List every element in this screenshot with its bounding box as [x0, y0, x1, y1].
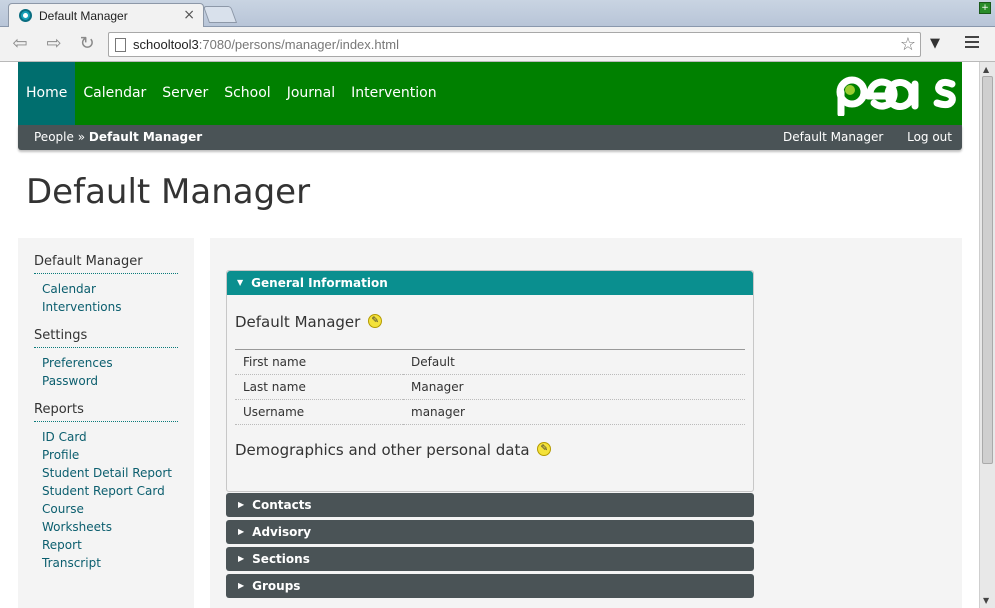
triangle-right-icon: ▶ [238, 526, 245, 536]
breadcrumb: People » Default Manager [34, 130, 202, 144]
bookmark-star-icon[interactable]: ☆ [900, 34, 916, 55]
main-nav: Home Calendar Server School Journal Inte… [18, 62, 445, 125]
triangle-right-icon: ▶ [238, 580, 245, 590]
browser-toolbar: ⇦ ⇨ ↻ schooltool3:7080/persons/manager/i… [0, 27, 995, 62]
field-value: Default [403, 349, 745, 375]
field-value: Manager [403, 374, 745, 400]
reload-icon[interactable]: ↻ [75, 33, 99, 55]
menu-icon[interactable] [965, 36, 979, 51]
page-title: Default Manager [26, 172, 311, 212]
breadcrumb-current: Default Manager [88, 130, 203, 144]
field-label: Username [235, 399, 403, 425]
sidebar-heading: Default Manager [34, 254, 178, 274]
scrollbar-thumb[interactable] [982, 76, 993, 464]
triangle-down-icon: ▼ [237, 277, 244, 287]
address-bar[interactable]: schooltool3:7080/persons/manager/index.h… [108, 32, 921, 57]
sidebar-link-password[interactable]: Password [34, 372, 178, 390]
nav-school[interactable]: School [216, 62, 278, 125]
triangle-right-icon: ▶ [238, 499, 245, 509]
info-table: First name Default Last name Manager Use… [235, 349, 745, 425]
section-title: General Information [251, 276, 388, 290]
sidebar-link-student-detail-report[interactable]: Student Detail Report [34, 464, 178, 482]
nav-home[interactable]: Home [18, 62, 76, 125]
new-tab-button[interactable] [202, 6, 238, 23]
current-user-link[interactable]: Default Manager [783, 130, 883, 144]
sidebar: Default Manager Calendar Interventions S… [18, 238, 194, 608]
field-label: First name [235, 349, 403, 375]
user-menu: Default Manager Log out [763, 130, 952, 144]
scroll-down-icon[interactable]: ▼ [983, 596, 989, 605]
tab-close-icon[interactable]: × [183, 7, 195, 23]
table-row: Last name Manager [235, 374, 745, 400]
table-row: Username manager [235, 399, 745, 425]
tab-title: Default Manager [39, 9, 128, 23]
browser-tab-strip: Default Manager × + [0, 0, 995, 27]
person-name-heading: Default Manager ✎ [235, 313, 753, 331]
demographics-title: Demographics and other personal data [235, 441, 530, 459]
triangle-right-icon: ▶ [238, 553, 245, 563]
section-label: Advisory [252, 525, 312, 539]
chevron-down-icon[interactable]: ▼ [930, 36, 940, 51]
sidebar-link-course-worksheets-report[interactable]: Course Worksheets Report [34, 500, 154, 554]
nav-server[interactable]: Server [154, 62, 216, 125]
general-information-header[interactable]: ▼ General Information [227, 271, 753, 295]
table-row: First name Default [235, 349, 745, 375]
web-page: Home Calendar Server School Journal Inte… [0, 62, 979, 608]
sidebar-link-preferences[interactable]: Preferences [34, 354, 178, 372]
sidebar-link-transcript[interactable]: Transcript [34, 554, 178, 572]
nav-journal[interactable]: Journal [279, 62, 343, 125]
sidebar-link-interventions[interactable]: Interventions [34, 298, 178, 316]
nav-calendar[interactable]: Calendar [75, 62, 154, 125]
section-label: Groups [252, 579, 301, 593]
page-icon [115, 38, 126, 52]
general-information-panel: ▼ General Information Default Manager ✎ F… [226, 270, 754, 492]
section-groups[interactable]: ▶ Groups [226, 574, 754, 598]
breadcrumb-bar: People » Default Manager Default Manager… [18, 125, 962, 150]
section-contacts[interactable]: ▶ Contacts [226, 493, 754, 517]
vertical-scrollbar[interactable]: ▲ ▼ [979, 62, 995, 608]
main-content: ▼ General Information Default Manager ✎ F… [210, 238, 962, 608]
site-header: Home Calendar Server School Journal Inte… [18, 62, 962, 125]
breadcrumb-separator: » [77, 130, 86, 144]
site-favicon-icon [19, 9, 32, 22]
section-advisory[interactable]: ▶ Advisory [226, 520, 754, 544]
field-value: manager [403, 399, 745, 425]
edit-pencil-icon[interactable]: ✎ [537, 441, 552, 456]
sidebar-link-student-report-card[interactable]: Student Report Card [34, 482, 178, 500]
sidebar-group-reports: Reports ID Card Profile Student Detail R… [34, 402, 178, 572]
sidebar-group-settings: Settings Preferences Password [34, 328, 178, 390]
sidebar-link-id-card[interactable]: ID Card [34, 428, 178, 446]
sidebar-heading: Settings [34, 328, 178, 348]
section-label: Contacts [252, 498, 312, 512]
update-badge-icon: + [979, 2, 991, 14]
logout-link[interactable]: Log out [907, 130, 952, 144]
section-label: Sections [252, 552, 310, 566]
browser-tab[interactable]: Default Manager × [8, 3, 204, 27]
demographics-heading: Demographics and other personal data ✎ [235, 441, 753, 459]
sidebar-group-person: Default Manager Calendar Interventions [34, 254, 178, 316]
url-text[interactable]: schooltool3:7080/persons/manager/index.h… [133, 37, 399, 52]
peas-logo[interactable] [834, 72, 962, 116]
person-name: Default Manager [235, 313, 361, 331]
back-arrow-icon[interactable]: ⇦ [8, 33, 32, 55]
scroll-up-icon[interactable]: ▲ [983, 65, 989, 74]
forward-arrow-icon[interactable]: ⇨ [42, 33, 66, 55]
breadcrumb-people[interactable]: People [34, 130, 74, 144]
field-label: Last name [235, 374, 403, 400]
section-sections[interactable]: ▶ Sections [226, 547, 754, 571]
sidebar-link-calendar[interactable]: Calendar [34, 280, 178, 298]
nav-intervention[interactable]: Intervention [343, 62, 444, 125]
sidebar-heading: Reports [34, 402, 178, 422]
edit-pencil-icon[interactable]: ✎ [368, 313, 383, 328]
sidebar-link-profile[interactable]: Profile [34, 446, 178, 464]
